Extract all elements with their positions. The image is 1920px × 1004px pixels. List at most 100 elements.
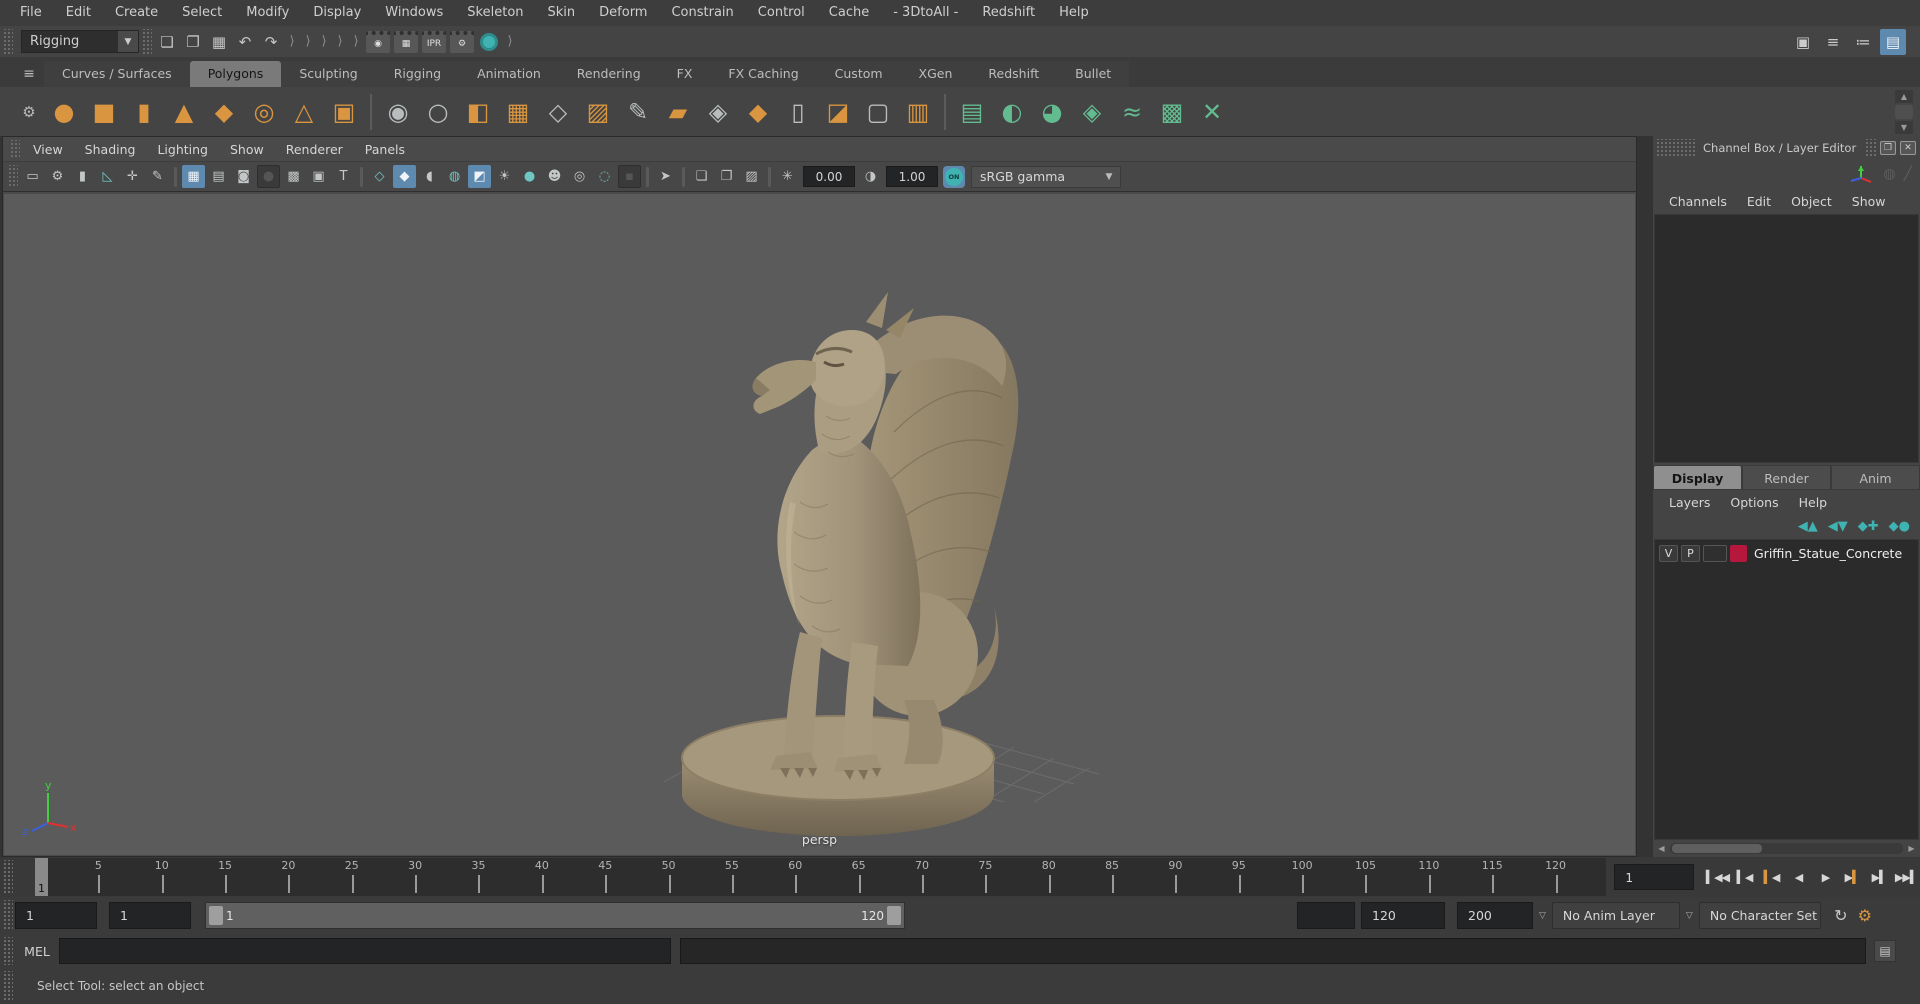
open-scene-icon[interactable]: ❐ [180,29,206,55]
move-layer-down-icon[interactable]: ◀▼ [1828,519,1848,534]
shelf-gear-icon[interactable]: ⚙ [14,103,44,121]
layer-menu-help[interactable]: Help [1789,495,1838,510]
cb-menu-channels[interactable]: Channels [1659,194,1737,209]
shelf-tab-rigging[interactable]: Rigging [375,61,460,87]
gamma-icon[interactable]: ◑ [859,165,882,188]
unfold-icon[interactable]: ✕ [1192,92,1232,132]
range-start-handle[interactable] [209,906,223,925]
step-forward-key-button[interactable]: ▶ ▍ [1839,862,1866,892]
layer-color-swatch[interactable] [1730,545,1747,563]
range-end-handle[interactable] [887,906,901,925]
create-layer-from-selected-icon[interactable]: ◆● [1889,519,1910,534]
menu-modify[interactable]: Modify [234,0,301,26]
step-forward-frame-button[interactable]: ▶ ▍ [1866,862,1893,892]
animation-preferences-button[interactable]: ⚙ [1853,904,1877,928]
vp-menu-panels[interactable]: Panels [354,142,416,157]
ipr-render-icon[interactable]: IPR [422,30,446,53]
safe-action-icon[interactable]: ▣ [307,165,330,188]
menu-deform[interactable]: Deform [587,0,659,26]
step-back-key-button[interactable]: ▍ ◀ [1758,862,1785,892]
status-line-grip[interactable] [2,29,13,54]
select-object-icon[interactable]: ➤ [654,165,677,188]
layer-playback-toggle[interactable]: P [1681,545,1700,563]
collapsed-section-inputs[interactable]: ⟩ [316,34,332,49]
exposure-icon[interactable]: ✳ [776,165,799,188]
collapsed-section-snap[interactable]: ⟩ [284,34,300,49]
chevron-down-icon[interactable]: ▽ [1686,911,1693,921]
planar-mapping-icon[interactable]: ▤ [952,92,992,132]
collapsed-section-construction[interactable]: ⟩ [332,34,348,49]
poly-pyramid-icon[interactable]: △ [284,92,324,132]
shelf-tab-sculpting[interactable]: Sculpting [281,61,376,87]
poly-torus-icon[interactable]: ◎ [244,92,284,132]
wireframe-icon[interactable]: ◇ [368,165,391,188]
range-slider[interactable]: 1 120 [205,902,905,929]
timeline-track[interactable]: 5 10 15 20 25 30 35 40 45 50 55 60 65 70 75 80 85 90 95 100… [35,858,1607,896]
cb-menu-show[interactable]: Show [1842,194,1896,209]
color-management-toggle[interactable]: ON [943,165,965,188]
cb-menu-edit[interactable]: Edit [1737,194,1781,209]
menu-create[interactable]: Create [103,0,170,26]
vp-menu-lighting[interactable]: Lighting [146,142,219,157]
gate-mask-icon[interactable]: ● [257,165,280,188]
attribute-editor-toggle[interactable]: ≡ [1820,29,1846,55]
channel-box-content[interactable] [1654,214,1919,463]
menu-set-dropdown[interactable]: Rigging ▼ [21,30,139,53]
scroll-left-icon[interactable]: ◀ [1655,842,1668,855]
play-backwards-button[interactable]: ◀ [1785,862,1812,892]
vp-menu-renderer[interactable]: Renderer [275,142,354,157]
render-settings-icon[interactable]: ⚙ [450,30,474,53]
viewport-snapshot-icon[interactable]: ▨ [740,165,763,188]
collapsed-section-end[interactable]: ⟩ [502,34,518,49]
reduce-icon[interactable]: ▨ [578,92,618,132]
float-panel-icon[interactable]: ❐ [1880,141,1896,155]
modeling-toolkit-toggle[interactable]: ▣ [1790,29,1816,55]
vp-menu-shading[interactable]: Shading [74,142,147,157]
collapsed-section-symmetry[interactable]: ⟩ [300,34,316,49]
shelf-tab-curves-surfaces[interactable]: Curves / Surfaces [44,61,190,87]
grid-toggle-icon[interactable]: ▦ [182,165,205,188]
uv-editor-icon[interactable]: ▩ [1152,92,1192,132]
menu-edit[interactable]: Edit [54,0,103,26]
shelf-scroll-knob[interactable] [1895,104,1913,119]
snapshot-copy-icon[interactable]: ❏ [690,165,713,188]
poly-plane-icon[interactable]: ◆ [204,92,244,132]
tool-settings-toggle[interactable]: ≔ [1850,29,1876,55]
poly-pipe-icon[interactable]: ▣ [324,92,364,132]
shelf-tab-polygons[interactable]: Polygons [189,61,282,87]
chevron-down-icon[interactable]: ▽ [1539,911,1546,921]
spherical-mapping-icon[interactable]: ◕ [1032,92,1072,132]
image-plane-icon[interactable]: ◺ [96,165,119,188]
shelf-scroll-up-icon[interactable]: ▲ [1895,89,1913,103]
scroll-right-icon[interactable]: ▶ [1905,842,1918,855]
redo-icon[interactable]: ↷ [258,29,284,55]
smooth-icon[interactable]: ▦ [498,92,538,132]
select-camera-icon[interactable]: ▭ [21,165,44,188]
shelf-tab-custom[interactable]: Custom [816,61,901,87]
pan-zoom-icon[interactable]: ✛ [121,165,144,188]
undo-icon[interactable]: ↶ [232,29,258,55]
current-frame-field[interactable]: 1 [1614,864,1694,890]
layer-mode-cell[interactable] [1703,545,1727,563]
menu-skeleton[interactable]: Skeleton [455,0,535,26]
menu-redshift[interactable]: Redshift [970,0,1047,26]
shelf-tab-fx[interactable]: FX [658,61,711,87]
close-panel-icon[interactable]: ✕ [1900,141,1916,155]
menu-skin[interactable]: Skin [536,0,588,26]
save-scene-icon[interactable]: ▦ [206,29,232,55]
vp-menu-view[interactable]: View [22,142,74,157]
slider-mode-icon[interactable]: ╱ [1904,166,1912,182]
grease-pencil-icon[interactable]: ✎ [146,165,169,188]
shelf-menu-icon[interactable]: ≡ [14,61,44,87]
snapshot-paste-icon[interactable]: ❐ [715,165,738,188]
menu-display[interactable]: Display [301,0,373,26]
shelf-scroll-down-icon[interactable]: ▼ [1895,120,1913,134]
layer-menu-layers[interactable]: Layers [1659,495,1720,510]
menu-3dtoall[interactable]: - 3DtoAll - [881,0,970,26]
render-current-frame-icon[interactable]: ▦ [394,30,418,53]
shelf-tab-animation[interactable]: Animation [459,61,559,87]
layer-row[interactable]: V P Griffin_Statue_Concrete [1655,543,1918,565]
film-gate-icon[interactable]: ▤ [207,165,230,188]
field-chart-icon[interactable]: ▩ [282,165,305,188]
layer-tab-anim[interactable]: Anim [1831,464,1920,490]
